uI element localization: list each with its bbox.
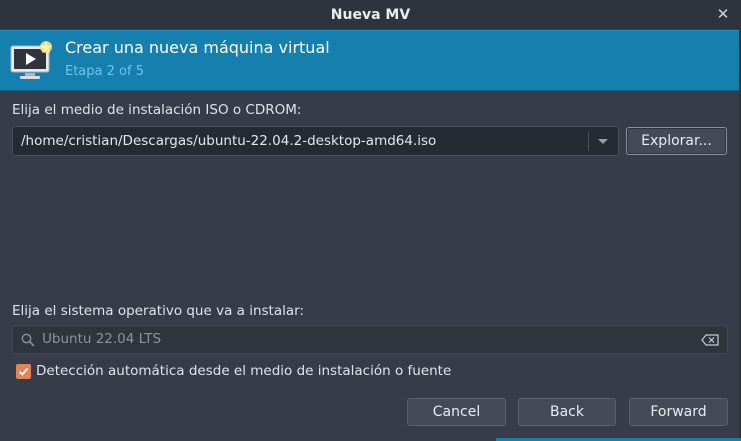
browse-button[interactable]: Explorar... — [626, 127, 727, 155]
search-icon — [21, 333, 35, 347]
autodetect-label[interactable]: Detección automática desde el medio de i… — [36, 363, 451, 379]
close-icon[interactable]: ✕ — [713, 4, 733, 24]
iso-label: Elija el medio de instalación ISO o CDRO… — [12, 102, 302, 118]
os-label: Elija el sistema operativo que va a inst… — [12, 303, 304, 319]
iso-path-combobox[interactable]: /home/cristian/Descargas/ubuntu-22.04.2-… — [12, 126, 619, 156]
back-button[interactable]: Back — [518, 398, 616, 426]
banner-step: Etapa 2 of 5 — [65, 64, 144, 79]
forward-button[interactable]: Forward — [629, 398, 728, 426]
cancel-button[interactable]: Cancel — [407, 398, 506, 426]
os-search-input[interactable]: Ubuntu 22.04 LTS — [12, 325, 728, 354]
autodetect-checkbox[interactable] — [16, 364, 31, 379]
iso-path-value[interactable]: /home/cristian/Descargas/ubuntu-22.04.2-… — [21, 133, 436, 149]
wizard-banner: Crear una nueva máquina virtual Etapa 2 … — [0, 30, 741, 91]
banner-title: Crear una nueva máquina virtual — [65, 38, 330, 57]
check-icon — [18, 367, 29, 376]
combo-divider — [588, 132, 589, 151]
clear-icon[interactable] — [701, 334, 719, 346]
os-search-placeholder: Ubuntu 22.04 LTS — [42, 331, 162, 347]
chevron-down-icon[interactable] — [598, 139, 608, 144]
window-titlebar: Nueva MV ✕ — [0, 0, 741, 29]
window-title: Nueva MV — [330, 6, 411, 23]
new-vm-monitor-icon — [10, 41, 52, 79]
